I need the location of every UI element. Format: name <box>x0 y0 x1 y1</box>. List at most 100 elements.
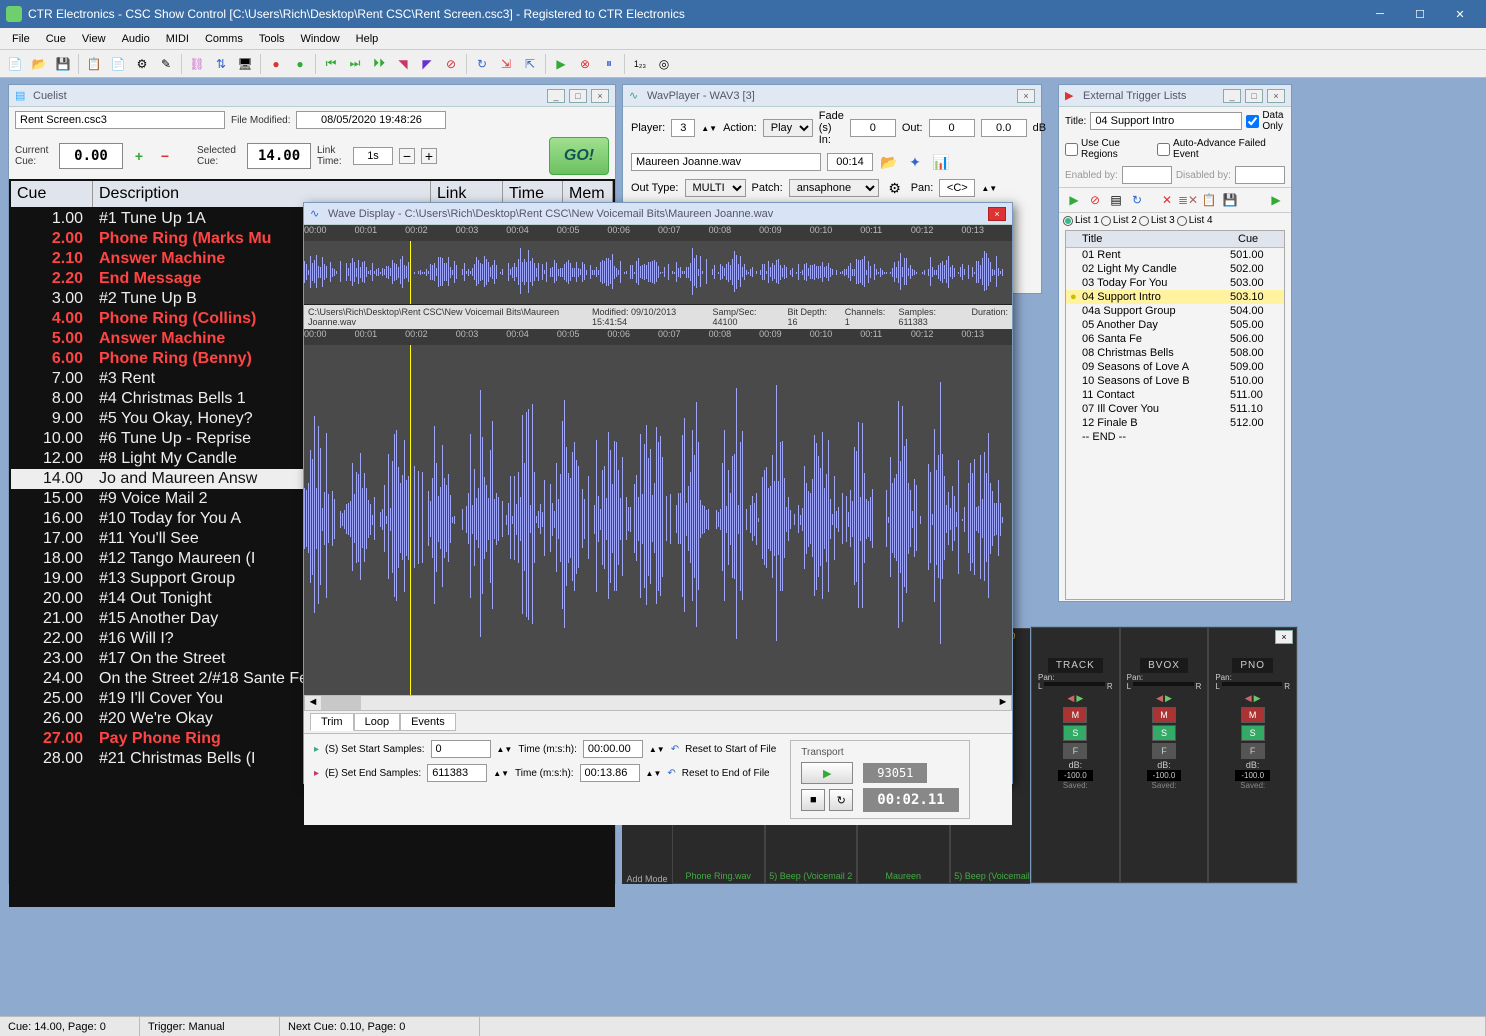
expand-icon[interactable]: ⇱ <box>519 53 541 75</box>
use-cue-regions-checkbox[interactable]: Use Cue Regions <box>1065 138 1153 160</box>
edit-icon[interactable]: ✎ <box>155 53 177 75</box>
action-select[interactable]: Play <box>763 119 813 137</box>
reset-start-button[interactable]: Reset to Start of File <box>685 744 776 755</box>
save-icon[interactable]: 💾 <box>52 53 74 75</box>
paste-icon[interactable]: 📋 <box>1200 191 1218 209</box>
link-icon[interactable]: ⛓ <box>186 53 208 75</box>
chart-icon[interactable]: 📊 <box>931 152 951 172</box>
close-button[interactable]: ✕ <box>1440 0 1480 28</box>
fade-db-input[interactable] <box>981 119 1027 137</box>
panel-min-button[interactable]: _ <box>547 89 565 103</box>
play-trigger-icon[interactable]: ▶ <box>1065 191 1083 209</box>
menu-audio[interactable]: Audio <box>114 31 158 47</box>
paste-icon[interactable]: 📄 <box>107 53 129 75</box>
transport-loop-button[interactable]: ↻ <box>829 789 853 811</box>
data-only-checkbox[interactable]: Data Only <box>1246 110 1285 132</box>
delete-icon[interactable]: ✕ <box>1158 191 1176 209</box>
trigger-row[interactable]: 04a Support Group504.00 <box>1066 304 1284 318</box>
redo-icon[interactable]: ↻ <box>471 53 493 75</box>
settings-icon[interactable]: ⚙ <box>131 53 153 75</box>
transport-play-button[interactable]: ▶ <box>801 762 853 784</box>
reload-icon[interactable]: ↻ <box>1128 191 1146 209</box>
trigger-row[interactable]: 09 Seasons of Love A509.00 <box>1066 360 1284 374</box>
play-all-icon[interactable]: ⏵⏵ <box>368 53 390 75</box>
enabled-by-input[interactable] <box>1122 166 1172 184</box>
link-minus-button[interactable]: − <box>399 148 415 164</box>
pc-icon[interactable]: 🖥 <box>234 53 256 75</box>
add-cue-button[interactable]: + <box>129 146 149 166</box>
out-type-select[interactable]: MULTI <box>685 179 746 197</box>
mixer2-channel[interactable]: TRACK Pan: LR ◀▶ M S F dB: -100.0 Saved: <box>1031 627 1120 883</box>
pan-input[interactable] <box>939 179 975 197</box>
open-icon[interactable]: 📂 <box>28 53 50 75</box>
wand-icon[interactable]: ✦ <box>905 152 925 172</box>
menu-midi[interactable]: MIDI <box>158 31 197 47</box>
menu-window[interactable]: Window <box>293 31 348 47</box>
panel-max-button[interactable]: □ <box>1245 89 1263 103</box>
trigger-row[interactable]: 11 Contact511.00 <box>1066 388 1284 402</box>
target-icon[interactable]: ◎ <box>653 53 675 75</box>
trigger-row[interactable]: 10 Seasons of Love B510.00 <box>1066 374 1284 388</box>
tab-trim[interactable]: Trim <box>310 713 354 731</box>
trigger-col-cue[interactable]: Cue <box>1234 231 1284 247</box>
menu-help[interactable]: Help <box>348 31 387 47</box>
panel-close-button[interactable]: × <box>1017 89 1035 103</box>
tab-loop[interactable]: Loop <box>354 713 400 731</box>
next-cue-icon[interactable]: ⏭ <box>344 53 366 75</box>
go-button[interactable]: GO! <box>549 137 609 175</box>
stop-icon[interactable]: ⊗ <box>574 53 596 75</box>
minimize-button[interactable]: ─ <box>1360 0 1400 28</box>
trigger-row[interactable]: 12 Finale B512.00 <box>1066 416 1284 430</box>
panel-close-button[interactable]: × <box>1275 630 1293 644</box>
clear-icon[interactable]: ≣✕ <box>1179 191 1197 209</box>
transport-stop-button[interactable]: ■ <box>801 789 825 811</box>
trigger-row[interactable]: 03 Today For You503.00 <box>1066 276 1284 290</box>
play-last-icon[interactable]: ▶ <box>1267 191 1285 209</box>
trigger-row[interactable]: 05 Another Day505.00 <box>1066 318 1284 332</box>
new-icon[interactable]: 📄 <box>4 53 26 75</box>
end-time-input[interactable] <box>580 764 640 782</box>
link-plus-button[interactable]: + <box>421 148 437 164</box>
trigger-row[interactable]: 02 Light My Candle502.00 <box>1066 262 1284 276</box>
trigger-row[interactable]: 01 Rent501.00 <box>1066 248 1284 262</box>
collapse-icon[interactable]: ⇲ <box>495 53 517 75</box>
copy-icon[interactable]: 📋 <box>83 53 105 75</box>
panel-max-button[interactable]: □ <box>569 89 587 103</box>
filename-input[interactable] <box>15 111 225 129</box>
num123-icon[interactable]: 1₂₃ <box>629 53 651 75</box>
patch-select[interactable]: ansaphone <box>789 179 879 197</box>
panel-min-button[interactable]: _ <box>1223 89 1241 103</box>
trigger-row[interactable]: ●04 Support Intro503.10 <box>1066 290 1284 304</box>
wave-hscrollbar[interactable]: ◄► <box>304 695 1012 711</box>
link-time-input[interactable] <box>353 147 393 165</box>
save-icon[interactable]: 💾 <box>1221 191 1239 209</box>
tab-events[interactable]: Events <box>400 713 456 731</box>
rec-green-icon[interactable]: ● <box>289 53 311 75</box>
menu-file[interactable]: File <box>4 31 38 47</box>
trigger-row[interactable]: -- END -- <box>1066 430 1284 444</box>
panel-close-button[interactable]: × <box>591 89 609 103</box>
end-samples-input[interactable] <box>427 764 487 782</box>
rec-red-icon[interactable]: ● <box>265 53 287 75</box>
patch-settings-icon[interactable]: ⚙ <box>885 178 905 198</box>
mixer2-channel[interactable]: BVOX Pan: LR ◀▶ M S F dB: -100.0 Saved: <box>1120 627 1209 883</box>
menu-view[interactable]: View <box>74 31 114 47</box>
cancel-icon[interactable]: ⊘ <box>440 53 462 75</box>
start-time-input[interactable] <box>583 740 643 758</box>
browse-icon[interactable]: 📂 <box>879 152 899 172</box>
stop-trigger-icon[interactable]: ⊘ <box>1086 191 1104 209</box>
reset-end-button[interactable]: Reset to End of File <box>682 768 770 779</box>
wavfile-input[interactable] <box>631 153 821 171</box>
list4-tab[interactable]: List 4 <box>1177 215 1213 226</box>
play-icon[interactable]: ▶ <box>550 53 572 75</box>
start-samples-input[interactable] <box>431 740 491 758</box>
trigger-col-title[interactable]: Title <box>1078 231 1234 247</box>
menu-comms[interactable]: Comms <box>197 31 251 47</box>
fade-out-input[interactable] <box>929 119 975 137</box>
remove-cue-button[interactable]: − <box>155 146 175 166</box>
player-num-input[interactable] <box>671 119 695 137</box>
list1-tab[interactable]: List 1 <box>1063 215 1099 226</box>
list3-tab[interactable]: List 3 <box>1139 215 1175 226</box>
menu-tools[interactable]: Tools <box>251 31 293 47</box>
trigger-title-input[interactable] <box>1090 112 1242 130</box>
